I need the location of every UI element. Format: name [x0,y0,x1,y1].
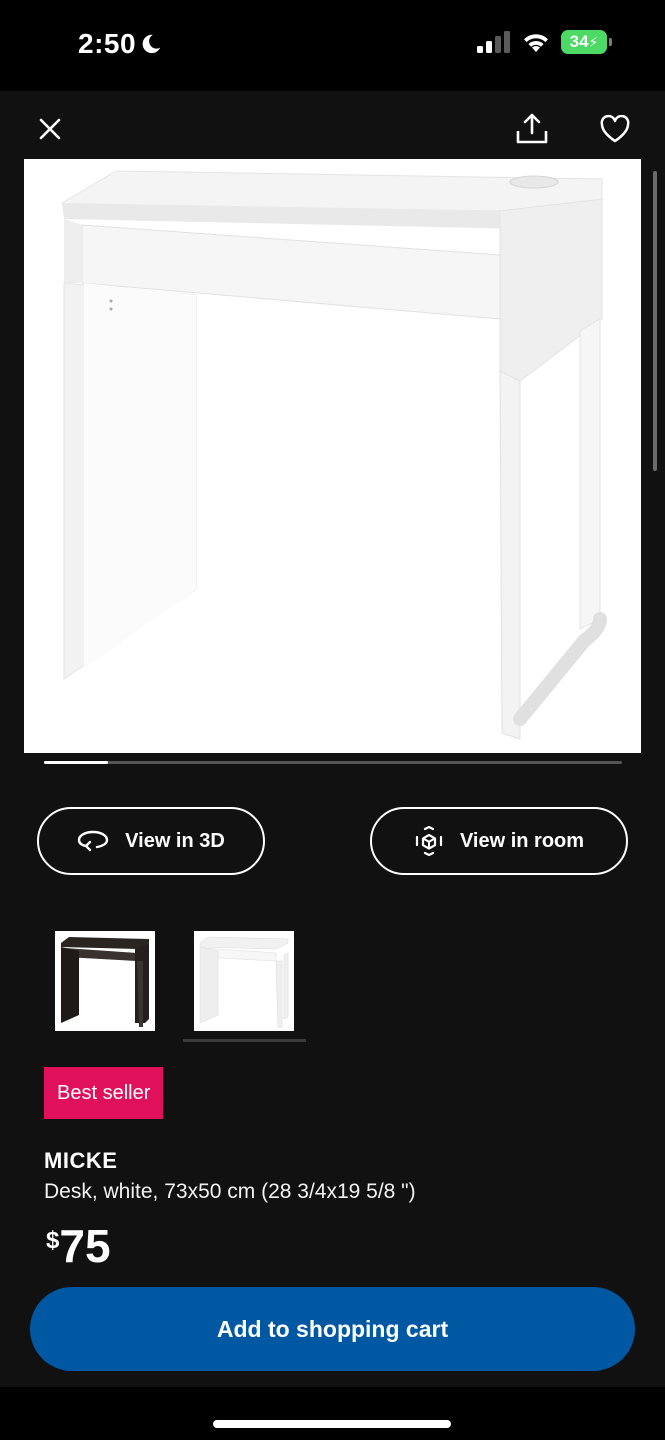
battery-indicator: 34 ⚡ [561,30,612,54]
product-image[interactable] [24,159,641,753]
close-button[interactable] [30,109,70,149]
add-to-cart-button[interactable]: Add to shopping cart [30,1287,635,1371]
home-indicator[interactable] [213,1420,451,1428]
status-time-text: 2:50 [78,28,137,59]
status-icons: 34 ⚡ [477,30,612,54]
moon-icon [142,34,161,54]
home-area [0,1387,665,1440]
heart-icon [600,115,630,143]
view-in-room-button[interactable]: View in room [370,807,628,875]
scrollbar[interactable] [653,171,657,471]
desk-thumbnail-dark [61,937,149,1027]
product-price: $ 75 [46,1219,111,1269]
selected-variant-indicator [183,1039,306,1042]
view-3d-label: View in 3D [125,829,225,852]
wifi-icon [524,34,548,52]
share-icon [516,113,548,144]
variant-black-brown[interactable] [55,931,155,1031]
product-sheet: View in 3D View in room Best seller MICK… [0,91,665,1387]
best-seller-badge: Best seller [44,1067,164,1119]
close-icon [39,118,61,140]
desk-illustration [61,170,607,740]
signal-icon [477,31,510,53]
charging-bolt-icon: ⚡ [588,33,599,50]
price-currency: $ [46,1227,60,1254]
badge-label: Best seller [57,1081,151,1104]
view-in-room-label: View in room [459,829,585,852]
gallery-progress [44,761,622,764]
favorite-button[interactable] [595,109,635,149]
status-time: 2:50 [78,28,162,60]
desk-thumbnail-white [199,936,289,1028]
share-button[interactable] [512,109,552,149]
add-to-cart-label: Add to shopping cart [216,1315,449,1342]
price-amount: 75 [59,1220,111,1272]
battery-level: 34 [569,32,589,51]
product-name: MICKE [44,1148,118,1173]
rotate-3d-icon [77,830,109,852]
variant-white[interactable] [194,931,294,1031]
view-3d-button[interactable]: View in 3D [37,807,265,875]
gallery-progress-fill [44,761,108,764]
ar-cube-icon [415,826,443,856]
product-description: Desk, white, 73x50 cm (28 3/4x19 5/8 ") [44,1180,416,1203]
status-bar: 2:50 34 ⚡ [0,0,665,91]
